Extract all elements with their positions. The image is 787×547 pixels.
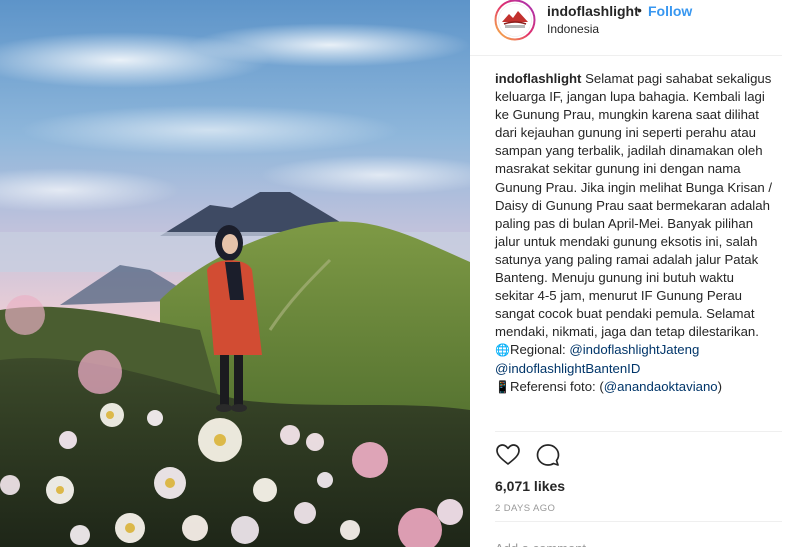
regional-label: Regional:	[509, 342, 566, 358]
reference-label: Referensi foto:	[509, 378, 596, 394]
like-button[interactable]	[495, 442, 521, 468]
location-link[interactable]: Indonesia	[547, 22, 599, 36]
follow-button[interactable]: Follow	[648, 3, 692, 19]
reference-mention[interactable]: @anandaoktaviano	[604, 379, 718, 394]
heart-outline-icon	[496, 444, 520, 465]
caption-text: Selamat pagi sahabat sekaligus keluarga …	[495, 71, 773, 340]
post-header: indoflashlight • Follow Indonesia	[470, 0, 782, 56]
actions-divider	[495, 431, 782, 432]
regional-mention-banten[interactable]: @indoflashlightBantenID	[495, 361, 640, 376]
likes-count[interactable]: 6,071 likes	[495, 478, 565, 494]
caption-username-link[interactable]: indoflashlight	[495, 71, 581, 86]
globe-icon: 🌐	[495, 343, 510, 358]
add-comment-section	[495, 521, 782, 547]
reference-close-paren: )	[717, 378, 723, 394]
post-timestamp[interactable]: 2 DAYS AGO	[495, 503, 555, 514]
post-caption: indoflashlight Selamat pagi sahabat seka…	[495, 70, 775, 396]
regional-mention-jateng[interactable]: @indoflashlightJateng	[569, 342, 699, 357]
post-details-panel: indoflashlight • Follow Indonesia indofl…	[470, 0, 787, 547]
speech-bubble-icon	[536, 444, 560, 466]
comment-button[interactable]	[535, 442, 561, 468]
post-photo[interactable]	[0, 0, 470, 547]
username-link[interactable]: indoflashlight	[547, 3, 639, 19]
avatar[interactable]	[491, 0, 539, 42]
indoflashlight-logo-avatar-icon	[494, 0, 536, 41]
mountain-landscape-image	[0, 0, 470, 547]
mobile-phone-icon: 📱	[495, 379, 510, 394]
comment-input[interactable]	[495, 538, 755, 547]
separator-dot: •	[637, 2, 642, 18]
